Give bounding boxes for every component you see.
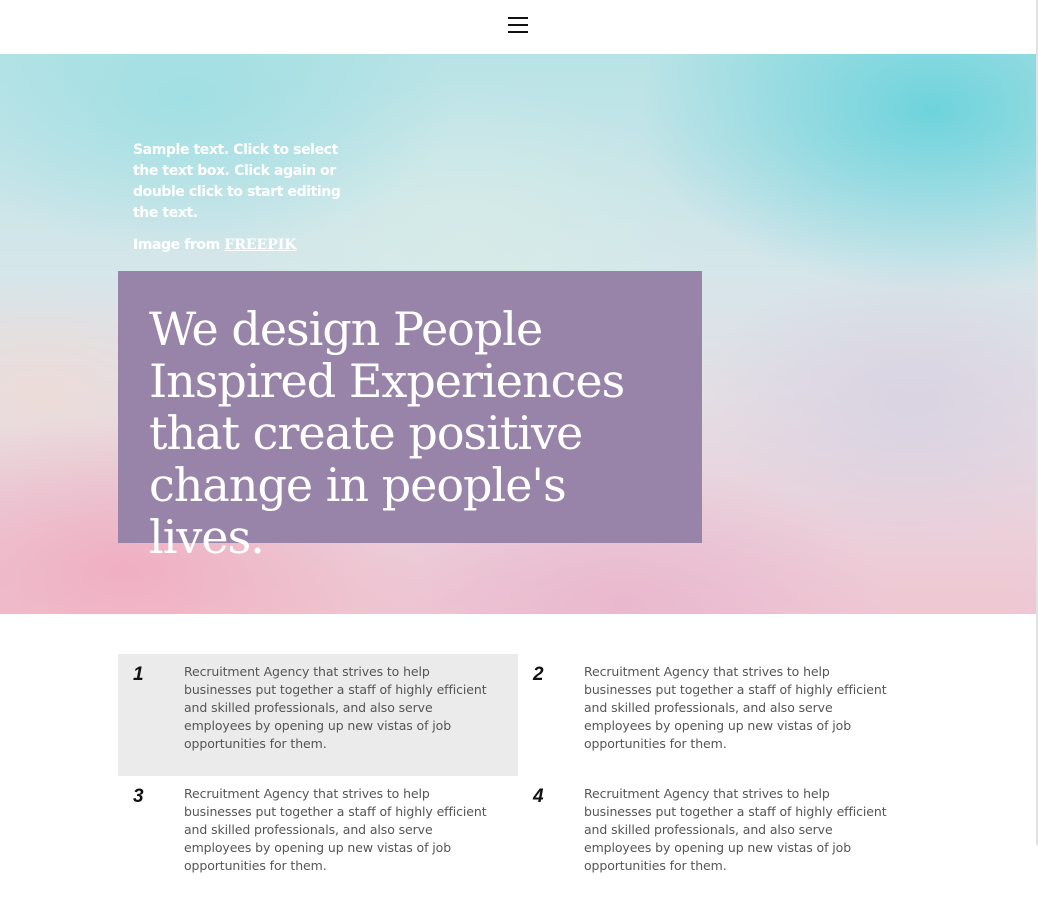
hero-section: Sample text. Click to select the text bo… — [0, 54, 1036, 614]
menu-bar-bottom — [508, 31, 528, 33]
feature-item-3: 3 Recruitment Agency that strives to hel… — [118, 776, 518, 898]
site-header — [0, 0, 1036, 53]
feature-text: Recruitment Agency that strives to help … — [584, 664, 887, 751]
feature-item-2: 2 Recruitment Agency that strives to hel… — [518, 654, 918, 776]
hamburger-menu-icon[interactable] — [508, 17, 528, 35]
hero-credit-prefix: Image from — [133, 237, 225, 253]
feature-number: 3 — [133, 786, 144, 807]
feature-number: 1 — [133, 664, 144, 685]
hero-image-credit: Image from FREEPIK — [133, 235, 296, 256]
menu-bar-middle — [508, 24, 528, 26]
feature-item-4: 4 Recruitment Agency that strives to hel… — [518, 776, 918, 898]
hero-sample-text[interactable]: Sample text. Click to select the text bo… — [133, 140, 363, 224]
feature-text: Recruitment Agency that strives to help … — [184, 786, 487, 873]
feature-number: 4 — [533, 786, 544, 807]
hero-heading: We design People Inspired Experiences th… — [149, 302, 625, 564]
features-grid: 1 Recruitment Agency that strives to hel… — [118, 654, 918, 873]
hero-heading-box: We design People Inspired Experiences th… — [118, 271, 702, 563]
feature-text: Recruitment Agency that strives to help … — [584, 786, 887, 873]
menu-bar-top — [508, 17, 528, 19]
freepik-link[interactable]: FREEPIK — [224, 237, 296, 253]
feature-number: 2 — [533, 664, 544, 685]
feature-text: Recruitment Agency that strives to help … — [184, 664, 487, 751]
feature-item-1: 1 Recruitment Agency that strives to hel… — [118, 654, 518, 776]
